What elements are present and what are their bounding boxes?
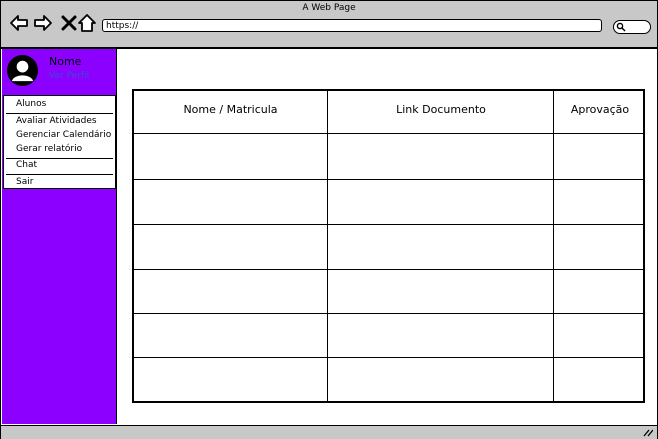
table-row-divider — [134, 179, 643, 180]
sidebar: Nome Ver Perfil Alunos Avaliar Atividade… — [2, 49, 117, 424]
table-row-divider — [134, 133, 643, 134]
column-divider — [553, 91, 554, 401]
user-avatar-icon — [6, 54, 39, 87]
home-icon[interactable] — [77, 13, 97, 33]
menu-item-chat[interactable]: Chat — [16, 160, 37, 170]
table-row-divider — [134, 357, 643, 358]
window-title: A Web Page — [302, 3, 356, 13]
menu-divider — [6, 174, 113, 175]
forward-arrow-icon[interactable] — [33, 13, 53, 33]
profile-link[interactable]: Ver Perfil — [49, 71, 89, 81]
menu-item-sair[interactable]: Sair — [16, 177, 33, 187]
browser-window: A Web Page https:// Nome Ver Perfil Alun… — [0, 0, 658, 439]
menu-divider — [6, 113, 113, 114]
menu-item-alunos[interactable]: Alunos — [16, 99, 46, 109]
status-bar — [1, 425, 657, 439]
menu-divider — [6, 158, 113, 159]
column-divider — [327, 91, 328, 401]
column-header-link-documento: Link Documento — [396, 103, 486, 116]
address-bar[interactable]: https:// — [102, 19, 602, 32]
menu-item-gerar-relatorio[interactable]: Gerar relatório — [16, 144, 82, 154]
table-row-divider — [134, 269, 643, 270]
search-button[interactable] — [613, 20, 651, 34]
table-row-divider — [134, 224, 643, 225]
column-header-aprovacao: Aprovação — [570, 103, 630, 116]
table-row-divider — [134, 313, 643, 314]
user-name: Nome — [49, 55, 82, 68]
menu-item-avaliar-atividades[interactable]: Avaliar Atividades — [16, 116, 97, 126]
resize-grip-icon[interactable] — [643, 428, 653, 437]
documents-table: Nome / Matricula Link Documento Aprovaçã… — [132, 89, 645, 403]
menu-item-gerenciar-calendario[interactable]: Gerenciar Calendário — [16, 130, 111, 140]
sidebar-menu: Alunos Avaliar Atividades Gerenciar Cale… — [3, 95, 116, 189]
column-header-nome-matricula: Nome / Matricula — [183, 103, 278, 116]
close-icon[interactable] — [59, 13, 79, 33]
search-icon — [616, 22, 626, 32]
browser-chrome: A Web Page https:// — [1, 1, 657, 49]
back-arrow-icon[interactable] — [9, 13, 29, 33]
